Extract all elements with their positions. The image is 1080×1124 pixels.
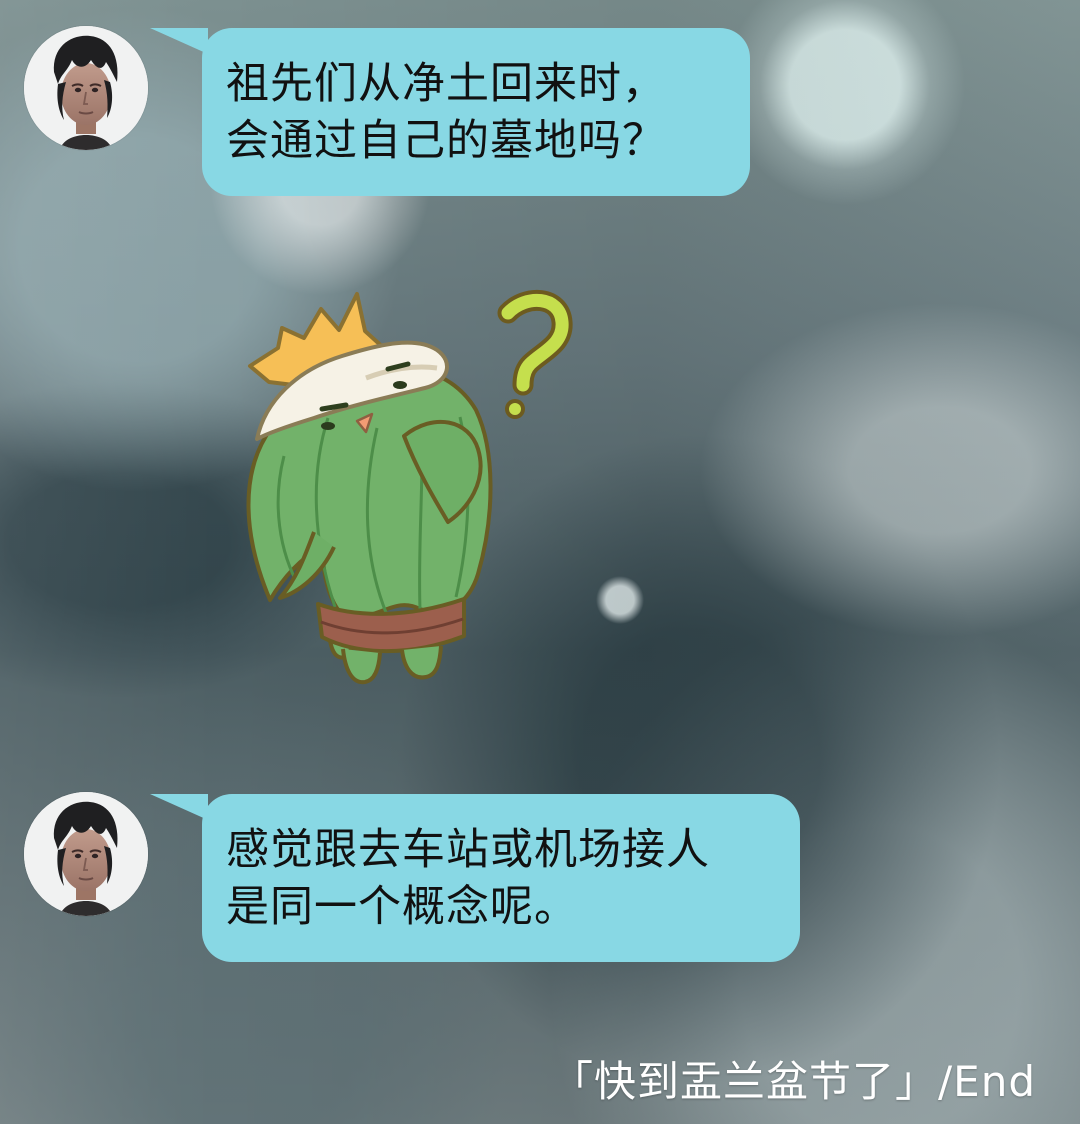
chat-bubble-2-line-1: 感觉跟去车站或机场接人	[226, 825, 710, 875]
chat-bubble-1: 祖先们从净土回来时， 会通过自己的墓地吗？	[150, 28, 750, 196]
avatar	[24, 792, 148, 916]
cactus-character-icon	[246, 289, 573, 685]
chat-bubble-1-line-1: 祖先们从净土回来时，	[226, 59, 666, 109]
cactus-sticker	[244, 286, 584, 706]
chat-bubble-1-line-2: 会通过自己的墓地吗？	[226, 116, 666, 166]
chat-bubble-2: 感觉跟去车站或机场接人 是同一个概念呢。	[150, 794, 800, 962]
end-caption: 「快到盂兰盆节了」/End	[551, 1057, 1036, 1106]
avatar	[24, 26, 148, 150]
chat-bubble-2-line-2: 是同一个概念呢。	[226, 882, 578, 932]
male-avatar-icon	[24, 26, 148, 150]
male-avatar-icon	[24, 792, 148, 916]
